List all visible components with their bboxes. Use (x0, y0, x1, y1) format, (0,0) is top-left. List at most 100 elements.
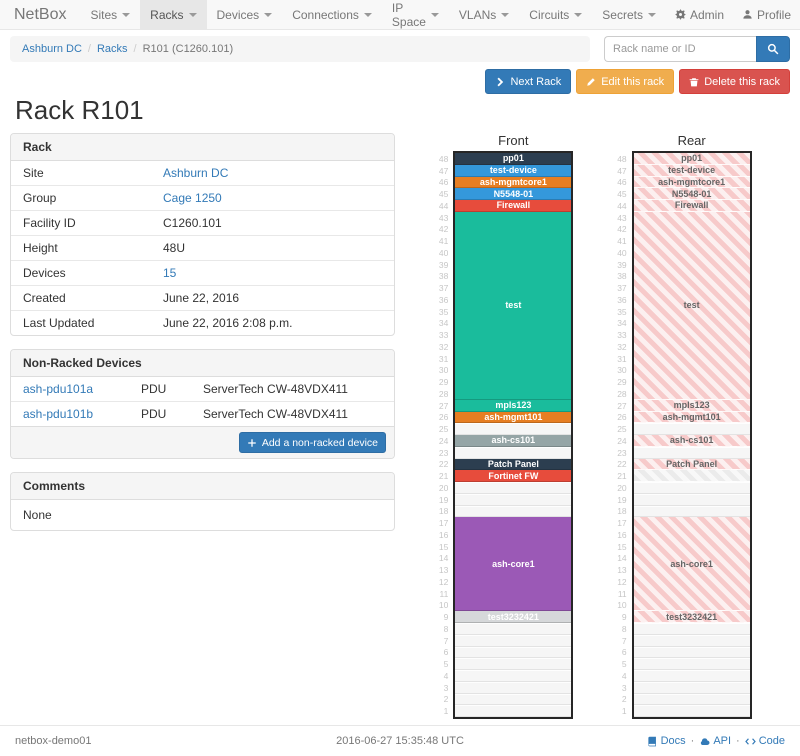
attr-value-link[interactable]: Cage 1250 (163, 191, 222, 205)
rack-device-fortinet-fw[interactable] (634, 470, 750, 482)
search-input[interactable] (604, 36, 756, 62)
nav-item-ip-space[interactable]: IP Space (382, 0, 449, 29)
unit-number: 27 (612, 400, 632, 412)
search-button[interactable] (756, 36, 790, 62)
search-form (604, 36, 790, 62)
unit-number: 33 (612, 329, 632, 341)
rack-unit-empty (455, 494, 571, 506)
unit-number: 5 (433, 658, 453, 670)
device-name-link[interactable]: ash-pdu101b (23, 407, 93, 421)
footer-timestamp: 2016-06-27 15:35:48 UTC (272, 735, 529, 747)
unit-number: 30 (433, 365, 453, 377)
attr-value: 15 (151, 261, 394, 285)
attr-value: C1260.101 (151, 211, 394, 235)
rack-device-ash-mgmtcore1[interactable]: ash-mgmtcore1 (455, 177, 571, 189)
unit-number: 34 (433, 318, 453, 330)
rack-device-test[interactable]: test (634, 212, 750, 400)
rack-device-firewall[interactable]: Firewall (634, 200, 750, 212)
attr-label: Last Updated (11, 311, 151, 335)
nav-item-connections[interactable]: Connections (282, 0, 382, 29)
rack-unit-empty (634, 623, 750, 635)
rack-device-ash-mgmt101[interactable]: ash-mgmt101 (634, 412, 750, 424)
rack-device-test3232421[interactable]: test3232421 (634, 611, 750, 623)
attr-value: 48U (151, 236, 394, 260)
unit-number: 47 (433, 165, 453, 177)
rack-attr-row: GroupCage 1250 (11, 185, 394, 210)
unit-number: 33 (433, 329, 453, 341)
nav-item-sites[interactable]: Sites (80, 0, 140, 29)
rack-device-n5548-01[interactable]: N5548-01 (455, 188, 571, 200)
profile-link[interactable]: Profile (733, 0, 800, 29)
nav-item-label: VLANs (459, 8, 496, 22)
rack-unit-empty (455, 623, 571, 635)
rack-unit-empty (634, 635, 750, 647)
unit-number: 36 (612, 294, 632, 306)
unit-number: 22 (612, 459, 632, 471)
rack-device-patch-panel[interactable]: Patch Panel (455, 459, 571, 471)
delete-rack-button[interactable]: Delete this rack (679, 69, 790, 94)
chevron-down-icon (364, 13, 372, 17)
rack-device-test3232421[interactable]: test3232421 (455, 611, 571, 623)
nav-right-label: Profile (757, 8, 791, 22)
unit-number: 37 (433, 282, 453, 294)
nav-item-label: IP Space (392, 1, 426, 29)
breadcrumb-item[interactable]: Racks (97, 43, 128, 55)
add-nonracked-device-button[interactable]: Add a non-racked device (239, 432, 386, 453)
nav-item-racks[interactable]: Racks (140, 0, 206, 29)
rack-panel-title: Rack (11, 134, 394, 161)
unit-number: 44 (612, 200, 632, 212)
footer-link-docs[interactable]: Docs (647, 735, 686, 747)
footer-link-api[interactable]: API (699, 735, 731, 747)
rack-device-n5548-01[interactable]: N5548-01 (634, 188, 750, 200)
attr-label: Height (11, 236, 151, 260)
unit-number: 43 (433, 212, 453, 224)
unit-number: 10 (433, 600, 453, 612)
rack-device-ash-cs101[interactable]: ash-cs101 (455, 435, 571, 447)
unit-number: 23 (612, 447, 632, 459)
edit-rack-button[interactable]: Edit this rack (576, 69, 674, 94)
nav-item-secrets[interactable]: Secrets (592, 0, 666, 29)
rack-device-ash-cs101[interactable]: ash-cs101 (634, 435, 750, 447)
rack-device-mpls123[interactable]: mpls123 (455, 400, 571, 412)
rack-device-firewall[interactable]: Firewall (455, 200, 571, 212)
unit-number: 47 (612, 165, 632, 177)
nav-item-vlans[interactable]: VLANs (449, 0, 519, 29)
next-rack-button[interactable]: Next Rack (485, 69, 571, 94)
rack-device-test[interactable]: test (455, 212, 571, 400)
rack-attr-row: Devices15 (11, 260, 394, 285)
unit-number: 13 (433, 564, 453, 576)
book-icon (647, 736, 658, 747)
rack-device-patch-panel[interactable]: Patch Panel (634, 459, 750, 471)
rack-device-test-device[interactable]: test-device (455, 165, 571, 177)
unit-number: 14 (433, 553, 453, 565)
attr-value-link[interactable]: 15 (163, 266, 176, 280)
breadcrumb-item[interactable]: Ashburn DC (22, 43, 82, 55)
device-type-cell: ServerTech CW-48VDX411 (191, 377, 394, 401)
netbox-brand[interactable]: NetBox (0, 0, 80, 29)
footer-link-code[interactable]: Code (745, 735, 785, 747)
unit-number: 17 (612, 517, 632, 529)
unit-number: 31 (433, 353, 453, 365)
rack-device-pp01[interactable]: pp01 (455, 153, 571, 165)
rack-device-test-device[interactable]: test-device (634, 165, 750, 177)
device-name-link[interactable]: ash-pdu101a (23, 382, 93, 396)
nav-item-circuits[interactable]: Circuits (519, 0, 592, 29)
nav-item-devices[interactable]: Devices (207, 0, 283, 29)
rack-device-pp01[interactable]: pp01 (634, 153, 750, 165)
rack-device-fortinet-fw[interactable]: Fortinet FW (455, 470, 571, 482)
rack-device-ash-core1[interactable]: ash-core1 (634, 517, 750, 611)
rack-device-ash-core1[interactable]: ash-core1 (455, 517, 571, 611)
rack-device-ash-mgmt101[interactable]: ash-mgmt101 (455, 412, 571, 424)
rack-unit-empty (634, 494, 750, 506)
unit-number: 19 (612, 494, 632, 506)
admin-link[interactable]: Admin (666, 0, 733, 29)
nonracked-panel-footer: Add a non-racked device (11, 426, 394, 458)
unit-number: 14 (612, 553, 632, 565)
unit-number: 42 (433, 224, 453, 236)
rack-device-ash-mgmtcore1[interactable]: ash-mgmtcore1 (634, 177, 750, 189)
unit-number: 46 (612, 177, 632, 189)
attr-label: Facility ID (11, 211, 151, 235)
unit-number: 35 (433, 306, 453, 318)
rack-device-mpls123[interactable]: mpls123 (634, 400, 750, 412)
attr-value-link[interactable]: Ashburn DC (163, 166, 228, 180)
